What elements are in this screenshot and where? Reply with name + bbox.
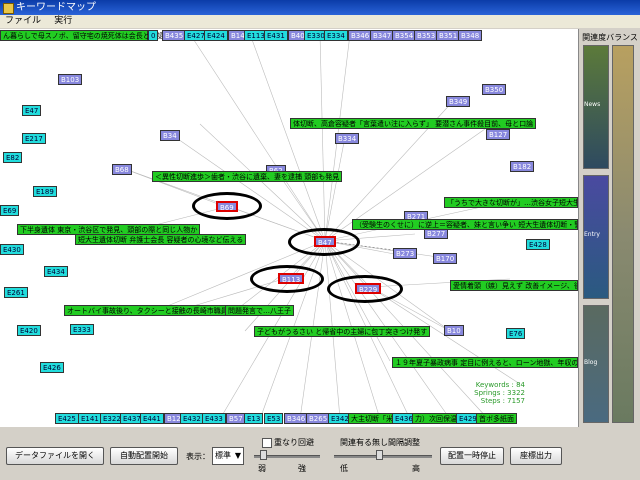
news-node[interactable]: 大主切断「米 xyxy=(348,413,396,424)
blog-bar-label: Blog xyxy=(584,359,598,366)
entry-node[interactable]: E441 xyxy=(140,413,164,424)
news-node[interactable]: 首ボ多紙面 xyxy=(476,413,517,424)
relevance-balance-title: 関連度バランス xyxy=(582,33,638,42)
entry-node[interactable]: E334 xyxy=(324,30,348,41)
app-icon xyxy=(3,3,14,14)
blog-node[interactable]: B10 xyxy=(444,325,464,336)
blog-node[interactable]: B353 xyxy=(414,30,439,41)
blog-node[interactable]: B346 xyxy=(284,413,309,424)
entry-node[interactable]: E189 xyxy=(33,186,57,197)
blog-node[interactable]: B435 xyxy=(162,30,187,41)
entry-node[interactable]: E426 xyxy=(40,362,64,373)
entry-node[interactable]: E434 xyxy=(44,266,68,277)
overlap-avoid-checkbox[interactable] xyxy=(262,438,272,448)
pause-layout-button[interactable]: 配置一時停止 xyxy=(440,447,504,465)
keyword-map-canvas[interactable]: ん暮らしで母スノボ、留守宅の焼死体は会長と確認 0 B435 E427 E424… xyxy=(0,29,579,427)
news-node[interactable]: １９年夏子暴政病事 定目に例えると、ローン地獄、年収の５倍超 xyxy=(392,357,578,368)
entry-node[interactable]: E69 xyxy=(0,205,20,216)
news-node[interactable]: オートバイ事故後り、タクシーと接触の長崎市職員逮捕 xyxy=(64,305,245,316)
entry-node[interactable]: E82 xyxy=(3,152,23,163)
stat-springs: Springs : 3322 xyxy=(474,389,525,397)
blog-node[interactable]: B346 xyxy=(348,30,373,41)
weak-label: 弱 xyxy=(258,464,266,473)
highlight-ring xyxy=(192,192,262,220)
entry-node[interactable]: E217 xyxy=(22,133,46,144)
entry-node[interactable]: E433 xyxy=(202,413,226,424)
high-label: 高 xyxy=(412,464,420,473)
entry-node[interactable]: E428 xyxy=(526,239,550,250)
display-select[interactable]: 標準 ▼ xyxy=(212,447,244,465)
blog-node[interactable]: B265 xyxy=(306,413,331,424)
blog-node[interactable]: B349 xyxy=(446,96,471,107)
overlap-avoid-label: 重なり回避 xyxy=(274,438,314,447)
entry-node[interactable]: E47 xyxy=(22,105,42,116)
entry-node[interactable]: E13 xyxy=(244,413,264,424)
blog-node[interactable]: B34 xyxy=(160,130,180,141)
news-node[interactable]: 子どもがうるさい と帰省中の主婦に包丁突きつけ発す xyxy=(254,326,431,337)
entry-node[interactable]: E53 xyxy=(264,413,284,424)
blog-node[interactable]: B273 xyxy=(393,248,418,259)
blog-node[interactable]: B103 xyxy=(58,74,83,85)
entry-node[interactable]: E76 xyxy=(506,328,526,339)
blog-node[interactable]: B347 xyxy=(370,30,395,41)
entry-node[interactable]: E424 xyxy=(204,30,228,41)
menubar: ファイル 実行 xyxy=(0,15,640,28)
highlight-ring xyxy=(250,265,324,293)
blog-node[interactable]: B334 xyxy=(335,133,360,144)
auto-layout-button[interactable]: 自動配置開始 xyxy=(110,447,178,465)
overlap-slider-thumb[interactable] xyxy=(260,450,267,460)
highlight-ring xyxy=(288,228,360,256)
stat-steps: Steps : 7157 xyxy=(480,397,525,405)
strong-label: 強 xyxy=(298,464,306,473)
menu-run[interactable]: 実行 xyxy=(49,15,77,28)
chevron-down-icon: ▼ xyxy=(234,451,241,460)
entry-bar-label: Entry xyxy=(584,231,600,238)
highlight-ring xyxy=(327,275,403,303)
relation-slider-thumb[interactable] xyxy=(376,450,383,460)
display-label: 表示： xyxy=(186,452,210,461)
blog-node[interactable]: B354 xyxy=(392,30,417,41)
blog-node[interactable]: B57 xyxy=(226,413,246,424)
relation-adjust-label: 関連有る無し間隔調整 xyxy=(340,438,420,447)
blog-node[interactable]: B351 xyxy=(436,30,461,41)
blog-node[interactable]: B127 xyxy=(486,129,511,140)
export-coordinates-button[interactable]: 座標出力 xyxy=(510,447,562,465)
entry-node[interactable]: 0 xyxy=(148,30,158,41)
entry-node[interactable]: E432 xyxy=(180,413,204,424)
window-titlebar: キーワードマップ xyxy=(0,0,640,15)
display-select-value: 標準 xyxy=(215,451,231,460)
entry-node[interactable]: E425 xyxy=(55,413,79,424)
blog-node[interactable]: B348 xyxy=(458,30,483,41)
relation-slider-track[interactable] xyxy=(334,455,432,458)
entry-node[interactable]: E431 xyxy=(264,30,288,41)
news-node[interactable]: 愛情着頭（嫉）見えず 改善イメージ、後逆転 xyxy=(450,280,578,291)
relevance-balance-panel: 関連度バランス News Entry Blog xyxy=(580,29,640,427)
news-node[interactable]: 短大生遺体切断 弁護士会長 容疑者の心境など伝える xyxy=(75,234,247,245)
low-label: 低 xyxy=(340,464,348,473)
news-node[interactable]: 力）次回保温 xyxy=(412,413,460,424)
entry-node[interactable]: E420 xyxy=(17,325,41,336)
entry-node[interactable]: E333 xyxy=(70,324,94,335)
news-node[interactable]: ん暮らしで母スノボ、留守宅の焼死体は会長と確認 xyxy=(0,30,164,41)
entry-node[interactable]: E141 xyxy=(78,413,102,424)
menu-file[interactable]: ファイル xyxy=(0,15,46,28)
news-node[interactable]: （受験生のくせに）に逆上＝容疑者、妹と言い争い 短大生遺体切断・警視庁 xyxy=(352,219,578,230)
blog-node[interactable]: B350 xyxy=(482,84,507,95)
control-bar: データファイルを開く 自動配置開始 表示： 標準 ▼ 重なり回避 弱 強 関連有… xyxy=(0,427,640,480)
news-bar-label: News xyxy=(584,101,601,108)
news-node[interactable]: 「うちで大きな切断が」…渋谷女子短大生バラバラ xyxy=(444,197,578,208)
news-node[interactable]: 問題発言で…八王子 xyxy=(225,305,294,316)
blog-node[interactable]: B170 xyxy=(433,253,458,264)
balance-bar xyxy=(612,45,634,423)
open-data-file-button[interactable]: データファイルを開く xyxy=(6,447,104,465)
news-node[interactable]: ＜異性切断進歩＞歯者・渋谷に遺棄、妻を逮捕 頭部も発見 xyxy=(152,171,343,182)
blog-node[interactable]: B182 xyxy=(510,161,535,172)
stat-keywords: Keywords : 84 xyxy=(475,381,525,389)
entry-node[interactable]: E430 xyxy=(0,244,24,255)
window-title: キーワードマップ xyxy=(16,2,96,13)
news-node[interactable]: 体切断、高倉容疑者「言葉遣い注に入らず」 要潜さん事件殺目前、母と口論 xyxy=(290,118,537,129)
blog-node[interactable]: B68 xyxy=(112,164,132,175)
stats-panel: Keywords : 84 Springs : 3322 Steps : 715… xyxy=(450,381,525,405)
entry-node[interactable]: E261 xyxy=(4,287,28,298)
